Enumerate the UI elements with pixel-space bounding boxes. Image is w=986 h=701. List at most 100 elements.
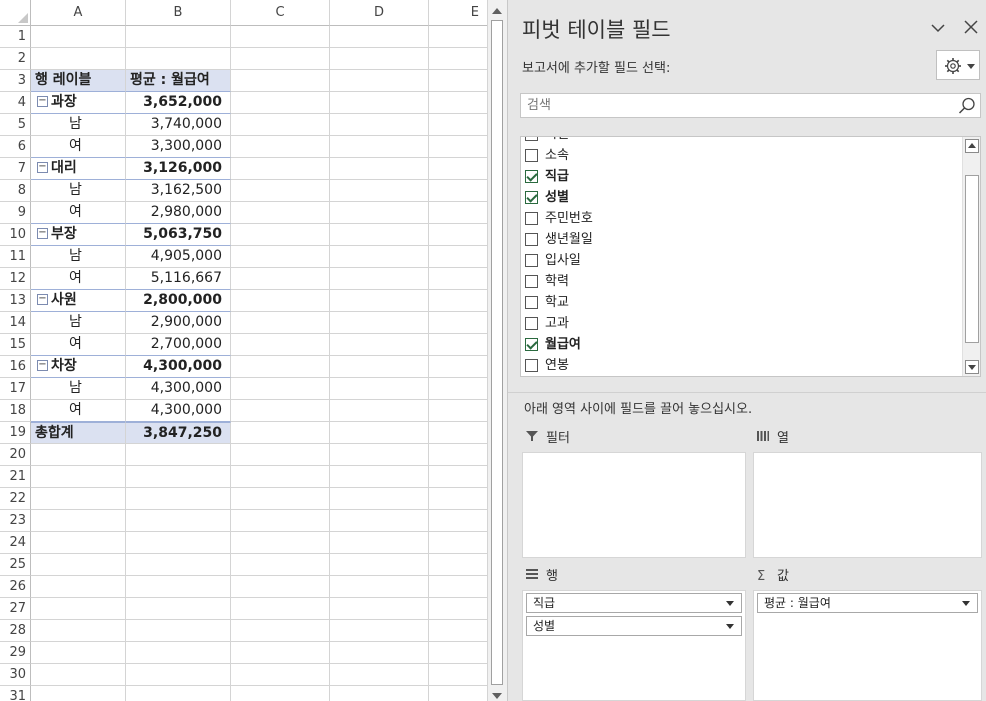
cell-a[interactable]	[31, 444, 126, 466]
cell-c[interactable]	[231, 620, 330, 642]
row-header[interactable]: 13	[0, 290, 31, 312]
cell-e[interactable]	[429, 400, 487, 422]
field-item[interactable]: 주민번호	[521, 208, 961, 229]
cell-a[interactable]: 남	[31, 246, 126, 268]
cell-e[interactable]	[429, 180, 487, 202]
cell-b[interactable]	[126, 576, 231, 598]
cell-b[interactable]	[126, 48, 231, 70]
cell-a[interactable]	[31, 48, 126, 70]
cell-b[interactable]	[126, 642, 231, 664]
cell-e[interactable]	[429, 48, 487, 70]
field-item[interactable]: 생년월일	[521, 229, 961, 250]
checkbox-icon[interactable]	[525, 275, 538, 288]
row-header[interactable]: 21	[0, 466, 31, 488]
cell-e[interactable]	[429, 246, 487, 268]
scroll-up-icon[interactable]	[965, 139, 979, 153]
cell-c[interactable]	[231, 70, 330, 92]
cell-c[interactable]	[231, 510, 330, 532]
column-header-c[interactable]: C	[231, 0, 330, 26]
field-item[interactable]: 직렬	[521, 137, 961, 145]
cell-b[interactable]: 2,800,000	[126, 290, 231, 312]
cell-a[interactable]	[31, 554, 126, 576]
cell-e[interactable]	[429, 422, 487, 444]
cell-a[interactable]: − 과장	[31, 92, 126, 114]
cell-e[interactable]	[429, 136, 487, 158]
cell-c[interactable]	[231, 180, 330, 202]
cell-d[interactable]	[330, 180, 429, 202]
cell-e[interactable]	[429, 466, 487, 488]
cell-b[interactable]	[126, 444, 231, 466]
cell-a[interactable]	[31, 576, 126, 598]
row-header[interactable]: 20	[0, 444, 31, 466]
cell-c[interactable]	[231, 444, 330, 466]
cell-d[interactable]	[330, 488, 429, 510]
cell-c[interactable]	[231, 224, 330, 246]
row-header[interactable]: 12	[0, 268, 31, 290]
cell-e[interactable]	[429, 686, 487, 701]
cell-d[interactable]	[330, 400, 429, 422]
row-header[interactable]: 3	[0, 70, 31, 92]
row-header[interactable]: 28	[0, 620, 31, 642]
cell-a[interactable]: − 사원	[31, 290, 126, 312]
field-item[interactable]: 고과	[521, 313, 961, 334]
column-header-e[interactable]: E	[429, 0, 487, 26]
cell-c[interactable]	[231, 378, 330, 400]
cell-e[interactable]	[429, 488, 487, 510]
cell-e[interactable]	[429, 576, 487, 598]
cell-a[interactable]: 남	[31, 312, 126, 334]
field-list-scroll-thumb[interactable]	[965, 175, 979, 343]
cell-d[interactable]	[330, 202, 429, 224]
cell-a[interactable]	[31, 532, 126, 554]
row-header[interactable]: 30	[0, 664, 31, 686]
scrollbar-thumb[interactable]	[491, 20, 503, 685]
field-item[interactable]: 연봉	[521, 355, 961, 376]
cell-c[interactable]	[231, 532, 330, 554]
cell-c[interactable]	[231, 664, 330, 686]
cell-c[interactable]	[231, 598, 330, 620]
cell-d[interactable]	[330, 444, 429, 466]
row-header[interactable]: 1	[0, 26, 31, 48]
cell-b[interactable]	[126, 664, 231, 686]
cell-d[interactable]	[330, 554, 429, 576]
cell-b[interactable]: 3,740,000	[126, 114, 231, 136]
field-search-box[interactable]	[520, 93, 981, 118]
checkbox-checked-icon[interactable]	[525, 338, 538, 351]
cell-e[interactable]	[429, 334, 487, 356]
cell-e[interactable]	[429, 620, 487, 642]
scroll-down-icon[interactable]	[965, 360, 979, 374]
cell-d[interactable]	[330, 70, 429, 92]
row-header[interactable]: 14	[0, 312, 31, 334]
cell-e[interactable]	[429, 444, 487, 466]
cell-d[interactable]	[330, 312, 429, 334]
row-header[interactable]: 18	[0, 400, 31, 422]
cell-c[interactable]	[231, 488, 330, 510]
field-item[interactable]: 직급	[521, 166, 961, 187]
cell-d[interactable]	[330, 466, 429, 488]
column-header-b[interactable]: B	[126, 0, 231, 26]
row-header[interactable]: 31	[0, 686, 31, 701]
cell-c[interactable]	[231, 642, 330, 664]
cell-c[interactable]	[231, 400, 330, 422]
row-header[interactable]: 23	[0, 510, 31, 532]
columns-drop-zone[interactable]	[753, 452, 982, 558]
values-chip-avg-salary[interactable]: 평균 : 월급여	[757, 593, 978, 613]
spreadsheet-grid[interactable]: A B C D E 123행 레이블 평균 : 월급여 4− 과장 3,652,000 5…	[0, 0, 487, 701]
cell-a[interactable]: 여	[31, 400, 126, 422]
cell-e[interactable]	[429, 290, 487, 312]
cell-d[interactable]	[330, 48, 429, 70]
checkbox-icon[interactable]	[525, 212, 538, 225]
cell-b[interactable]: 3,126,000	[126, 158, 231, 180]
cell-d[interactable]	[330, 422, 429, 444]
dropdown-arrow-icon[interactable]	[962, 601, 970, 606]
cell-d[interactable]	[330, 510, 429, 532]
cell-d[interactable]	[330, 158, 429, 180]
field-item[interactable]: 학력	[521, 271, 961, 292]
field-list[interactable]: 직렬소속직급성별주민번호생년월일입사일학력학교고과월급여연봉	[520, 136, 981, 377]
cell-c[interactable]	[231, 114, 330, 136]
rows-area[interactable]: 행 직급 성별	[522, 564, 746, 701]
cell-b[interactable]	[126, 686, 231, 701]
cell-a[interactable]: 남	[31, 180, 126, 202]
cell-e[interactable]	[429, 356, 487, 378]
cell-b[interactable]: 2,700,000	[126, 334, 231, 356]
cell-e[interactable]	[429, 598, 487, 620]
